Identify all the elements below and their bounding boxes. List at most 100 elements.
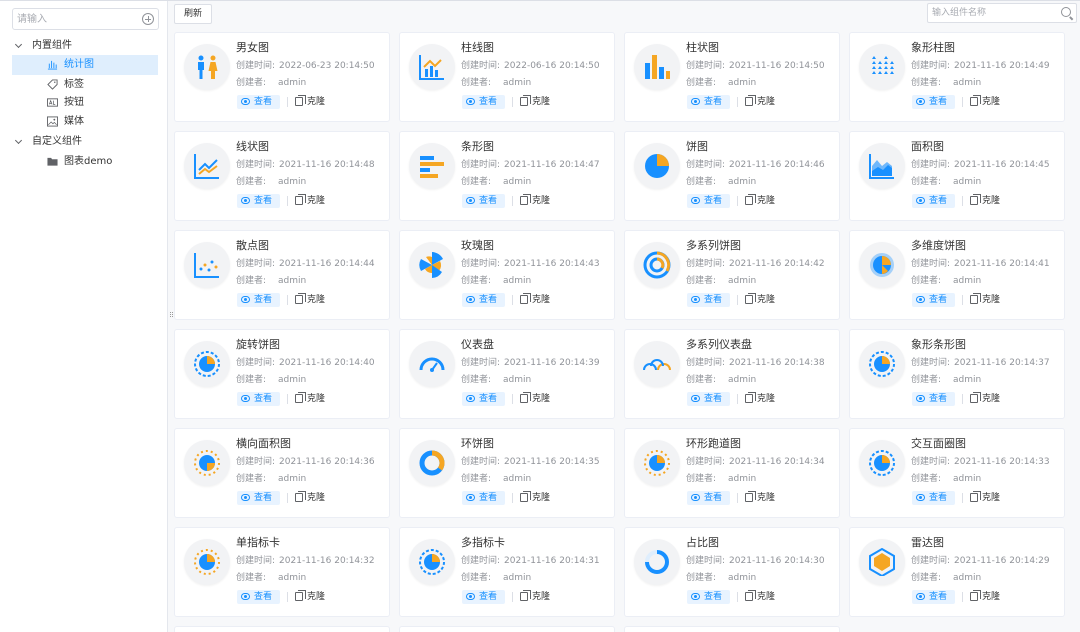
resize-handle[interactable] xyxy=(169,311,173,323)
component-card[interactable]: 多系列饼图 创建时间: 2021-11-16 20:14:42 创建者: admin… xyxy=(624,230,840,320)
card-author: 创建者: admin xyxy=(461,77,531,89)
clone-button-label: 克隆 xyxy=(307,97,326,107)
component-card[interactable]: 多维度饼图 创建时间: 2021-11-16 20:14:41 创建者: admin… xyxy=(849,230,1065,320)
component-card[interactable]: 男女图 创建时间: 2022-06-23 20:14:50 创建者: admin 查… xyxy=(174,32,390,122)
view-button[interactable]: 查看 xyxy=(462,392,505,406)
view-button[interactable]: 查看 xyxy=(912,95,955,109)
chevron-down-icon[interactable] xyxy=(14,136,23,145)
view-button[interactable]: 查看 xyxy=(462,194,505,208)
action-divider xyxy=(737,97,738,107)
view-button[interactable]: 查看 xyxy=(237,590,280,604)
view-button[interactable]: 查看 xyxy=(912,590,955,604)
refresh-button[interactable]: 刷新 xyxy=(174,4,212,24)
view-button[interactable]: 查看 xyxy=(237,194,280,208)
tree-search-input[interactable]: 请输入 xyxy=(12,8,159,30)
view-button[interactable]: 查看 xyxy=(462,293,505,307)
view-button[interactable]: 查看 xyxy=(462,95,505,109)
eye-icon xyxy=(916,593,925,600)
component-card[interactable]: 交互面圈图 创建时间: 2021-11-16 20:14:33 创建者: admin… xyxy=(849,428,1065,518)
clone-button-label: 克隆 xyxy=(532,394,551,404)
copy-icon xyxy=(295,293,306,304)
copy-icon xyxy=(970,491,981,502)
tree-item-buttons[interactable]: 按钮 xyxy=(12,93,158,113)
component-card[interactable]: 占比图 创建时间: 2021-11-16 20:14:30 创建者: admin 查… xyxy=(624,527,840,617)
tree-item-tags[interactable]: 标签 xyxy=(12,75,158,95)
card-created-time: 创建时间: 2021-11-16 20:14:30 xyxy=(686,555,825,567)
eye-icon xyxy=(916,296,925,303)
view-button-label: 查看 xyxy=(254,592,273,602)
component-card[interactable]: 多指标卡 创建时间: 2021-11-16 20:14:31 创建者: admin … xyxy=(399,527,615,617)
component-card[interactable]: 单指标卡 创建时间: 2021-11-16 20:14:32 创建者: admin … xyxy=(174,527,390,617)
view-button[interactable]: 查看 xyxy=(687,95,730,109)
created-time-value: 2021-11-16 20:14:30 xyxy=(729,556,825,566)
component-card[interactable]: 雷达图 创建时间: 2021-11-16 20:14:29 创建者: admin 查… xyxy=(849,527,1065,617)
tree-group-custom[interactable]: 自定义组件 xyxy=(12,132,158,152)
component-card[interactable]: 象形条形图 创建时间: 2021-11-16 20:14:37 创建者: admin… xyxy=(849,329,1065,419)
pictorial-strip-icon xyxy=(869,351,895,377)
component-card[interactable]: 散点图 创建时间: 2021-11-16 20:14:44 创建者: admin 查… xyxy=(174,230,390,320)
card-author: 创建者: admin xyxy=(911,572,981,584)
view-button[interactable]: 查看 xyxy=(912,491,955,505)
action-divider xyxy=(512,592,513,602)
component-card[interactable]: 横向面积图 创建时间: 2021-11-16 20:14:36 创建者: admin… xyxy=(174,428,390,518)
component-card[interactable]: 柱状图 创建时间: 2021-11-16 20:14:50 创建者: admin 查… xyxy=(624,32,840,122)
tree-item-chart-demo[interactable]: 图表demo xyxy=(12,152,158,172)
component-card[interactable]: 面积图 创建时间: 2021-11-16 20:14:45 创建者: admin 查… xyxy=(849,131,1065,221)
card-partial xyxy=(624,626,840,632)
component-card[interactable]: 环形跑道图 创建时间: 2021-11-16 20:14:34 创建者: admin… xyxy=(624,428,840,518)
component-card[interactable]: 条形图 创建时间: 2021-11-16 20:14:47 创建者: admin 查… xyxy=(399,131,615,221)
view-button[interactable]: 查看 xyxy=(687,491,730,505)
chevron-down-icon[interactable] xyxy=(14,40,23,49)
view-button[interactable]: 查看 xyxy=(237,293,280,307)
action-divider xyxy=(737,196,738,206)
component-card[interactable]: 线状图 创建时间: 2021-11-16 20:14:48 创建者: admin 查… xyxy=(174,131,390,221)
view-button[interactable]: 查看 xyxy=(462,590,505,604)
card-created-time: 创建时间: 2021-11-16 20:14:36 xyxy=(236,456,375,468)
search-icon[interactable] xyxy=(1061,7,1071,17)
tag-icon xyxy=(47,79,58,90)
view-button[interactable]: 查看 xyxy=(687,293,730,307)
author-label: 创建者: xyxy=(911,276,942,286)
eye-icon xyxy=(241,197,250,204)
view-button[interactable]: 查看 xyxy=(237,392,280,406)
tree-group-builtin[interactable]: 内置组件 xyxy=(12,36,158,56)
component-card[interactable]: 玫瑰图 创建时间: 2021-11-16 20:14:43 创建者: admin 查… xyxy=(399,230,615,320)
card-created-time: 创建时间: 2021-11-16 20:14:42 xyxy=(686,258,825,270)
view-button[interactable]: 查看 xyxy=(237,491,280,505)
component-card[interactable]: 仪表盘 创建时间: 2021-11-16 20:14:39 创建者: admin 查… xyxy=(399,329,615,419)
card-created-time: 创建时间: 2021-11-16 20:14:35 xyxy=(461,456,600,468)
author-label: 创建者: xyxy=(911,375,942,385)
card-thumbnail xyxy=(859,341,905,387)
view-button-label: 查看 xyxy=(254,196,273,206)
view-button[interactable]: 查看 xyxy=(687,392,730,406)
action-divider xyxy=(512,493,513,503)
view-button[interactable]: 查看 xyxy=(687,194,730,208)
view-button[interactable]: 查看 xyxy=(687,590,730,604)
view-button[interactable]: 查看 xyxy=(237,95,280,109)
add-circle-icon[interactable] xyxy=(142,13,154,25)
created-time-label: 创建时间: xyxy=(686,259,726,269)
author-value: admin xyxy=(728,375,757,385)
clone-button-label: 克隆 xyxy=(982,394,1001,404)
component-search-input[interactable]: 输入组件名称 xyxy=(927,3,1077,23)
view-button[interactable]: 查看 xyxy=(462,491,505,505)
author-label: 创建者: xyxy=(911,177,942,187)
card-author: 创建者: admin xyxy=(461,176,531,188)
component-card[interactable]: 多系列仪表盘 创建时间: 2021-11-16 20:14:38 创建者: admi… xyxy=(624,329,840,419)
tree-item-charts[interactable]: 统计图 xyxy=(12,55,158,75)
view-button[interactable]: 查看 xyxy=(912,392,955,406)
card-author: 创建者: admin xyxy=(686,176,756,188)
eye-icon xyxy=(241,494,250,501)
component-card[interactable]: 环饼图 创建时间: 2021-11-16 20:14:35 创建者: admin 查… xyxy=(399,428,615,518)
view-button-label: 查看 xyxy=(479,394,498,404)
tree-item-media[interactable]: 媒体 xyxy=(12,112,158,132)
component-card[interactable]: 饼图 创建时间: 2021-11-16 20:14:46 创建者: admin 查看… xyxy=(624,131,840,221)
component-card[interactable]: 象形柱图 创建时间: 2021-11-16 20:14:49 创建者: admin … xyxy=(849,32,1065,122)
card-created-time: 创建时间: 2021-11-16 20:14:46 xyxy=(686,159,825,171)
author-label: 创建者: xyxy=(686,474,717,484)
view-button-label: 查看 xyxy=(704,97,723,107)
component-card[interactable]: 旋转饼图 创建时间: 2021-11-16 20:14:40 创建者: admin … xyxy=(174,329,390,419)
component-card[interactable]: 柱线图 创建时间: 2022-06-16 20:14:50 创建者: admin 查… xyxy=(399,32,615,122)
view-button[interactable]: 查看 xyxy=(912,194,955,208)
view-button[interactable]: 查看 xyxy=(912,293,955,307)
